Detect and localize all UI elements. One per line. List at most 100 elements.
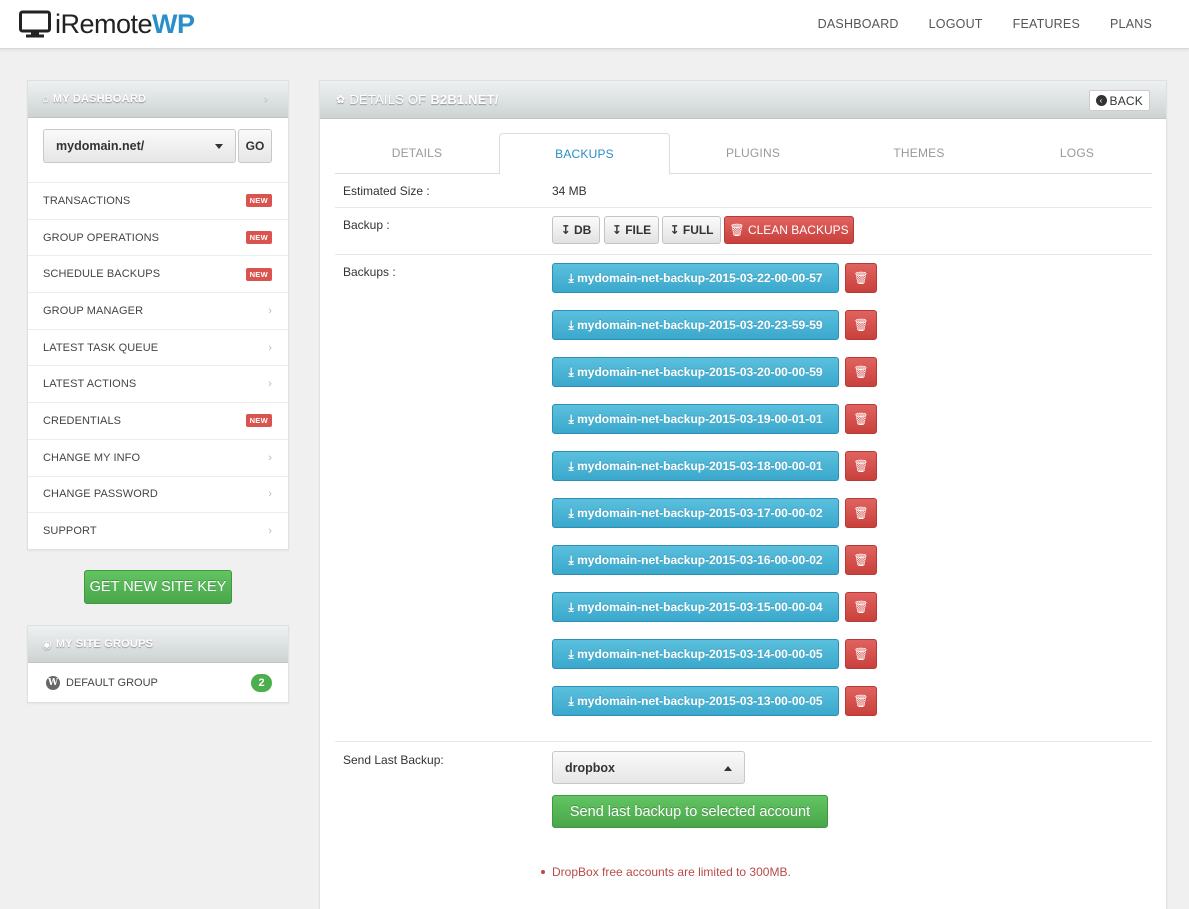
delete-backup-button[interactable]: 🗑	[845, 404, 877, 434]
backup-name: mydomain-net-backup-2015-03-15-00-00-04	[577, 600, 823, 614]
row-divider	[335, 254, 1152, 255]
sidebar-item-schedule-backups[interactable]: SCHEDULE BACKUPS NEW	[28, 255, 288, 292]
delete-backup-button[interactable]: 🗑	[845, 263, 877, 293]
download-backup-button[interactable]: ⤓ mydomain-net-backup-2015-03-18-00-00-0…	[552, 451, 839, 481]
send-destination-value: dropbox	[565, 760, 615, 775]
download-backup-button[interactable]: ⤓ mydomain-net-backup-2015-03-20-23-59-5…	[552, 310, 839, 340]
backup-name: mydomain-net-backup-2015-03-13-00-00-05	[577, 694, 823, 708]
caret-up-icon	[724, 766, 732, 771]
chevron-right-icon: ›	[268, 378, 272, 391]
sidebar-item-label: CHANGE MY INFO	[43, 451, 141, 464]
delete-backup-button[interactable]: 🗑	[845, 451, 877, 481]
top-header: iRemoteWP DASHBOARD LOGOUT FEATURES PLAN…	[0, 0, 1189, 49]
tab-logs[interactable]: LOGS	[1002, 133, 1152, 174]
delete-backup-button[interactable]: 🗑	[845, 592, 877, 622]
group-item-default[interactable]: W DEFAULT GROUP 2	[28, 664, 288, 702]
tab-plugins[interactable]: PLUGINS	[670, 133, 836, 174]
nav-features[interactable]: FEATURES	[998, 0, 1095, 49]
backup-label: Backup :	[343, 218, 390, 232]
download-backup-button[interactable]: ⤓ mydomain-net-backup-2015-03-15-00-00-0…	[552, 592, 839, 622]
download-backup-button[interactable]: ⤓ mydomain-net-backup-2015-03-20-00-00-5…	[552, 357, 839, 387]
site-details-panel: ✿ DETAILS OF B2B1.NET/ ‹ BACK DETAILS BA…	[319, 80, 1167, 909]
delete-backup-button[interactable]: 🗑	[845, 686, 877, 716]
sidebar-item-latest-actions[interactable]: LATEST ACTIONS ›	[28, 365, 288, 402]
domain-select-value: mydomain.net/	[56, 139, 145, 153]
chevron-right-icon: ›	[264, 93, 268, 105]
chevron-right-icon: ›	[268, 451, 272, 464]
trash-icon: 🗑	[853, 271, 869, 285]
sidebar-item-change-password[interactable]: CHANGE PASSWORD ›	[28, 475, 288, 513]
group-count-badge: 2	[251, 674, 272, 692]
tab-details[interactable]: DETAILS	[335, 133, 499, 174]
dashboard-panel: ⌂ MY DASHBOARD › mydomain.net/ GO TRANSA…	[27, 80, 289, 550]
download-icon: ⤓	[568, 364, 574, 379]
backup-name: mydomain-net-backup-2015-03-14-00-00-05	[577, 647, 823, 661]
group-item-label: DEFAULT GROUP	[66, 677, 158, 689]
download-icon: ⤓	[568, 505, 574, 520]
sidebar-item-latest-task-queue[interactable]: LATEST TASK QUEUE ›	[28, 328, 288, 366]
site-groups-panel: ◉ MY SITE GROUPS W DEFAULT GROUP 2	[27, 625, 289, 703]
row-divider	[335, 741, 1152, 742]
backup-file-button[interactable]: ↧ FILE	[604, 216, 659, 244]
download-backup-button[interactable]: ⤓ mydomain-net-backup-2015-03-13-00-00-0…	[552, 686, 839, 716]
chevron-right-icon: ›	[268, 525, 272, 538]
sidebar-item-label: LATEST ACTIONS	[43, 378, 137, 391]
clean-backups-label: CLEAN BACKUPS	[747, 223, 849, 237]
tab-themes[interactable]: THEMES	[836, 133, 1002, 174]
globe-icon: ◉	[42, 638, 52, 651]
send-last-backup-button[interactable]: Send last backup to selected account	[552, 795, 828, 828]
delete-backup-button[interactable]: 🗑	[845, 498, 877, 528]
new-badge: NEW	[245, 231, 272, 245]
download-backup-button[interactable]: ⤓ mydomain-net-backup-2015-03-19-00-01-0…	[552, 404, 839, 434]
details-tabs: DETAILS BACKUPS PLUGINS THEMES LOGS	[335, 133, 1152, 175]
sidebar-item-group-manager[interactable]: GROUP MANAGER ›	[28, 292, 288, 329]
trash-icon: 🗑	[853, 600, 869, 614]
backup-full-button[interactable]: ↧ FULL	[662, 216, 721, 244]
trash-icon: 🗑	[853, 553, 869, 567]
sidebar-item-credentials[interactable]: CREDENTIALS NEW	[28, 402, 288, 439]
sidebar-item-group-operations[interactable]: GROUP OPERATIONS NEW	[28, 218, 288, 256]
sidebar-item-support[interactable]: SUPPORT ›	[28, 512, 288, 549]
wordpress-icon: W	[46, 676, 60, 690]
backup-name: mydomain-net-backup-2015-03-19-00-01-01	[577, 412, 823, 426]
clean-backups-button[interactable]: 🗑 CLEAN BACKUPS	[724, 216, 854, 244]
backup-file-label: FILE	[625, 223, 652, 237]
logo[interactable]: iRemoteWP	[19, 9, 195, 39]
download-backup-button[interactable]: ⤓ mydomain-net-backup-2015-03-17-00-00-0…	[552, 498, 839, 528]
go-button[interactable]: GO	[238, 129, 272, 163]
nav-plans[interactable]: PLANS	[1095, 0, 1167, 49]
get-new-site-key-button[interactable]: GET NEW SITE KEY	[84, 570, 232, 604]
download-backup-button[interactable]: ⤓ mydomain-net-backup-2015-03-16-00-00-0…	[552, 545, 839, 575]
delete-backup-button[interactable]: 🗑	[845, 357, 877, 387]
dropbox-limit-note: DropBox free accounts are limited to 300…	[541, 865, 791, 879]
send-destination-select[interactable]: dropbox	[552, 751, 745, 784]
download-backup-button[interactable]: ⤓ mydomain-net-backup-2015-03-14-00-00-0…	[552, 639, 839, 669]
new-badge: NEW	[245, 194, 272, 208]
download-icon: ⤓	[568, 317, 574, 332]
brand-name: iRemoteWP	[55, 9, 195, 39]
site-details-header: ✿ DETAILS OF B2B1.NET/ ‹ BACK	[320, 81, 1166, 119]
back-button[interactable]: ‹ BACK	[1088, 90, 1150, 111]
backups-label: Backups :	[343, 265, 396, 279]
nav-logout[interactable]: LOGOUT	[914, 0, 998, 49]
sidebar-item-transactions[interactable]: TRANSACTIONS NEW	[28, 182, 288, 219]
sidebar-item-label: GROUP MANAGER	[43, 304, 144, 317]
dropbox-limit-text: DropBox free accounts are limited to 300…	[552, 865, 791, 879]
delete-backup-button[interactable]: 🗑	[845, 639, 877, 669]
download-backup-button[interactable]: ⤓ mydomain-net-backup-2015-03-22-00-00-5…	[552, 263, 839, 293]
sidebar-item-change-my-info[interactable]: CHANGE MY INFO ›	[28, 438, 288, 476]
trash-icon: 🗑	[853, 318, 869, 332]
new-badge: NEW	[245, 267, 272, 281]
domain-select[interactable]: mydomain.net/	[43, 129, 236, 163]
backup-name: mydomain-net-backup-2015-03-17-00-00-02	[577, 506, 823, 520]
send-last-backup-label: Send Last Backup:	[343, 753, 444, 767]
sidebar-item-label: SCHEDULE BACKUPS	[43, 268, 161, 281]
delete-backup-button[interactable]: 🗑	[845, 545, 877, 575]
backup-db-button[interactable]: ↧ DB	[552, 216, 600, 244]
tab-backups[interactable]: BACKUPS	[499, 133, 670, 175]
trash-icon: 🗑	[729, 223, 745, 237]
site-groups-panel-header: ◉ MY SITE GROUPS	[28, 626, 288, 663]
sidebar-item-label: CREDENTIALS	[43, 414, 122, 427]
delete-backup-button[interactable]: 🗑	[845, 310, 877, 340]
nav-dashboard[interactable]: DASHBOARD	[803, 0, 914, 49]
